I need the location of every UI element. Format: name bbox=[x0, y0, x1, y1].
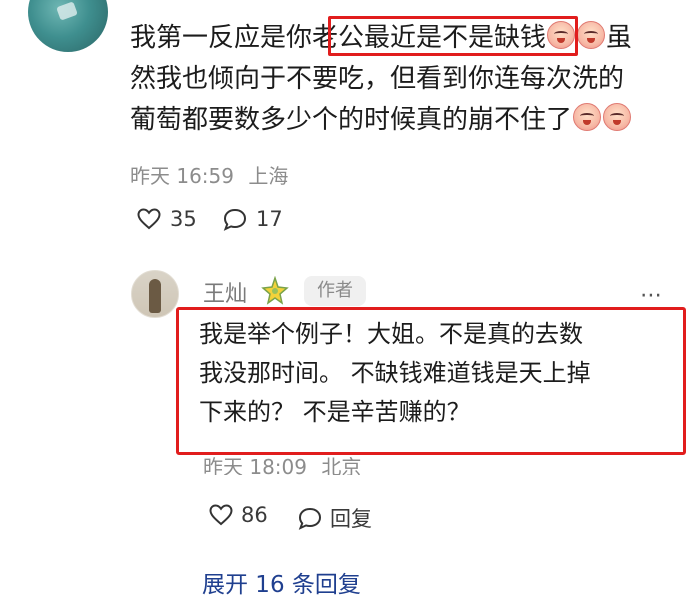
highlight-box-comment bbox=[328, 16, 578, 56]
crying-face-icon bbox=[573, 103, 602, 131]
reply-location: 北京 bbox=[321, 455, 362, 475]
comment-reply-count: 17 bbox=[256, 207, 283, 231]
comment-reply-button[interactable]: 17 bbox=[222, 207, 283, 231]
heart-icon bbox=[209, 504, 233, 526]
comment-like-count: 35 bbox=[170, 207, 197, 231]
heart-icon bbox=[137, 208, 161, 230]
comment-bubble-icon bbox=[223, 208, 247, 231]
crying-face-icon bbox=[577, 21, 606, 49]
reply-reply-label: 回复 bbox=[330, 507, 372, 531]
author-tag: 作者 bbox=[304, 276, 366, 306]
expand-replies-link[interactable]: 展开 16 条回复 bbox=[202, 565, 361, 599]
comment-location: 上海 bbox=[248, 164, 289, 188]
reply-like-button[interactable]: 86 bbox=[208, 503, 268, 527]
reply-time: 昨天 18:09 bbox=[203, 455, 307, 475]
reply-like-count: 86 bbox=[241, 503, 268, 527]
reply-body: 我是举个例子！大姐。不是真的去数 我没那时间。 不缺钱难道钱是天上掉 下来的？ … bbox=[199, 320, 591, 426]
more-dots-icon[interactable]: ⋯ bbox=[640, 283, 665, 308]
comment-like-button[interactable]: 35 bbox=[136, 207, 197, 231]
comment-line-2: 然我也倾向于不要吃，但看到你连每次洗的 bbox=[130, 64, 625, 94]
reply-author-avatar[interactable] bbox=[131, 270, 179, 318]
comment-line-1-tail: 虽 bbox=[606, 23, 633, 53]
crying-face-icon bbox=[603, 103, 632, 131]
comment-bubble-icon bbox=[298, 507, 322, 530]
comment-line-3: 葡萄都要数多少个的时候真的崩不住了 bbox=[130, 105, 573, 135]
reply-reply-button[interactable]: 回复 bbox=[297, 503, 372, 533]
comment-meta: 昨天 16:59 上海 bbox=[130, 160, 288, 189]
comment-time: 昨天 16:59 bbox=[130, 164, 234, 188]
reply-meta: 昨天 18:09 北京 bbox=[203, 455, 361, 475]
commenter-avatar[interactable] bbox=[28, 0, 108, 52]
commenter-name-cropped bbox=[118, 0, 238, 8]
reply-author-name[interactable]: 王灿 bbox=[203, 276, 247, 308]
sparkle-badge-icon bbox=[261, 276, 289, 305]
